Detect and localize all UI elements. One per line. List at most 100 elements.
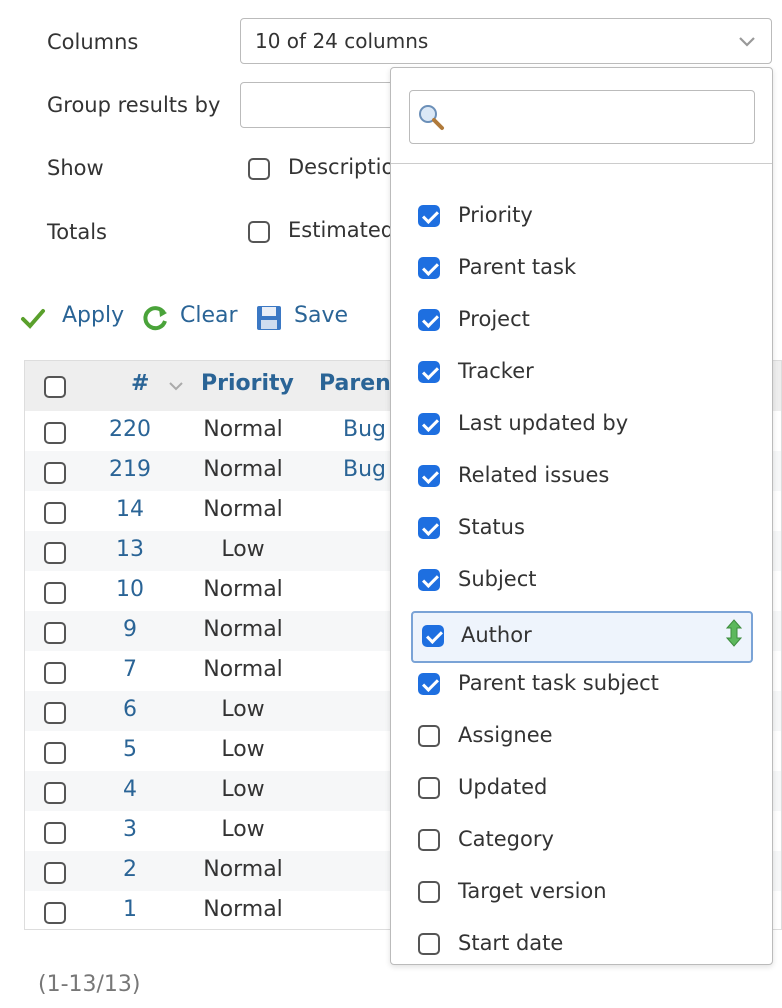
select-all-checkbox[interactable] (44, 376, 66, 398)
column-option-checkbox[interactable] (418, 673, 440, 695)
row-checkbox[interactable] (44, 462, 66, 484)
issue-number-link[interactable]: 7 (100, 657, 160, 682)
row-checkbox[interactable] (44, 862, 66, 884)
save-label: Save (294, 303, 349, 328)
issue-number-link[interactable]: 13 (100, 537, 160, 562)
row-checkbox[interactable] (44, 742, 66, 764)
row-checkbox[interactable] (44, 422, 66, 444)
group-results-label: Group results by (47, 93, 221, 117)
issue-number-link[interactable]: 219 (100, 457, 160, 482)
row-checkbox[interactable] (44, 702, 66, 724)
column-option-checkbox[interactable] (418, 465, 440, 487)
issue-number-link[interactable]: 3 (100, 817, 160, 842)
reload-icon (143, 306, 167, 331)
totals-label: Totals (47, 220, 107, 244)
columns-dropdown: Priority Parent task Project Tracker Last up… (390, 67, 773, 965)
parent-task-link[interactable]: Bug (343, 457, 386, 482)
issue-number-link[interactable]: 5 (100, 737, 160, 762)
column-option[interactable]: Status (391, 507, 772, 559)
column-option[interactable]: Assignee (391, 715, 772, 767)
row-checkbox[interactable] (44, 662, 66, 684)
row-checkbox[interactable] (44, 622, 66, 644)
clear-label: Clear (180, 303, 238, 328)
column-option-checkbox[interactable] (418, 517, 440, 539)
column-option-checkbox[interactable] (422, 625, 444, 647)
issue-number-link[interactable]: 9 (100, 617, 160, 642)
apply-label: Apply (62, 303, 125, 328)
issue-number-link[interactable]: 2 (100, 857, 160, 882)
column-option-checkbox[interactable] (418, 829, 440, 851)
column-option-label: Parent task subject (458, 671, 659, 695)
column-option-label: Assignee (458, 723, 553, 747)
column-header-priority[interactable]: Priority (201, 371, 294, 396)
issue-number-link[interactable]: 10 (100, 577, 160, 602)
priority-cell: Low (221, 777, 265, 802)
column-option-label: Category (458, 827, 554, 851)
column-option-label: Parent task (458, 255, 577, 279)
column-option[interactable]: Related issues (391, 455, 772, 507)
issue-number-link[interactable]: 4 (100, 777, 160, 802)
totals-estimated-label: Estimated (288, 218, 395, 242)
show-description-checkbox[interactable] (248, 158, 270, 180)
column-option-checkbox[interactable] (418, 309, 440, 331)
column-option-label: Author (461, 623, 532, 647)
column-option[interactable]: Target version (391, 871, 772, 923)
column-option[interactable]: Last updated by (391, 403, 772, 455)
show-description-label: Descriptio (288, 155, 395, 179)
priority-cell: Normal (203, 457, 283, 482)
column-option-checkbox[interactable] (418, 777, 440, 799)
issue-number-link[interactable]: 6 (100, 697, 160, 722)
column-option-checkbox[interactable] (418, 725, 440, 747)
column-option[interactable]: Parent task subject (391, 663, 772, 715)
column-option-checkbox[interactable] (418, 205, 440, 227)
priority-cell: Low (221, 537, 265, 562)
column-option-label: Related issues (458, 463, 610, 487)
column-option-checkbox[interactable] (418, 881, 440, 903)
column-option[interactable]: Subject (391, 559, 772, 611)
priority-cell: Normal (203, 497, 283, 522)
column-header-parent[interactable]: Paren (319, 371, 391, 396)
priority-cell: Low (221, 737, 265, 762)
column-option-label: Updated (458, 775, 548, 799)
column-option[interactable]: Category (391, 819, 772, 871)
column-option-checkbox[interactable] (418, 569, 440, 591)
column-option[interactable]: Start date (391, 923, 772, 964)
issue-number-link[interactable]: 1 (100, 897, 160, 922)
parent-task-link[interactable]: Bug (343, 417, 386, 442)
totals-estimated-checkbox[interactable] (248, 221, 270, 243)
row-checkbox[interactable] (44, 782, 66, 804)
column-option-label: Subject (458, 567, 537, 591)
issue-number-link[interactable]: 14 (100, 497, 160, 522)
column-option[interactable]: Author (411, 611, 753, 663)
columns-select[interactable]: 10 of 24 columns (240, 18, 772, 64)
column-option-checkbox[interactable] (418, 361, 440, 383)
columns-search-input[interactable] (409, 90, 755, 144)
chevron-down-icon (739, 37, 755, 47)
column-option-label: Priority (458, 203, 533, 227)
row-checkbox[interactable] (44, 502, 66, 524)
columns-select-value: 10 of 24 columns (255, 29, 429, 53)
show-label: Show (47, 156, 104, 180)
group-results-select[interactable] (240, 82, 410, 128)
column-option-checkbox[interactable] (418, 413, 440, 435)
column-option[interactable]: Project (391, 299, 772, 351)
row-checkbox[interactable] (44, 582, 66, 604)
column-option-checkbox[interactable] (418, 933, 440, 955)
dropdown-separator (391, 163, 772, 164)
columns-label: Columns (47, 30, 139, 54)
priority-cell: Normal (203, 657, 283, 682)
checkmark-icon (21, 309, 45, 329)
column-option[interactable]: Priority (391, 195, 772, 247)
drag-handle-icon[interactable] (723, 618, 745, 648)
column-header-number[interactable]: # (131, 371, 149, 396)
column-option[interactable]: Tracker (391, 351, 772, 403)
column-option-label: Tracker (458, 359, 534, 383)
row-checkbox[interactable] (44, 902, 66, 924)
issue-number-link[interactable]: 220 (100, 417, 160, 442)
column-option[interactable]: Parent task (391, 247, 772, 299)
column-option[interactable]: Updated (391, 767, 772, 819)
column-option-label: Status (458, 515, 525, 539)
row-checkbox[interactable] (44, 822, 66, 844)
row-checkbox[interactable] (44, 542, 66, 564)
column-option-checkbox[interactable] (418, 257, 440, 279)
